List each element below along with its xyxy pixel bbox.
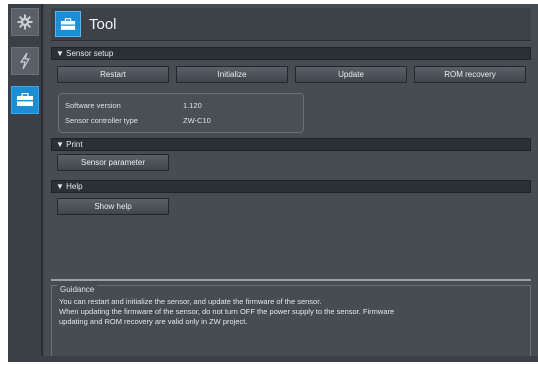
main-content: Tool ▼ Sensor setup Restart Initialize U… xyxy=(45,4,538,362)
divider xyxy=(51,279,531,281)
update-button[interactable]: Update xyxy=(295,66,407,83)
section-header-print[interactable]: ▼ Print xyxy=(51,138,531,151)
sidebar-item-lightning[interactable] xyxy=(11,47,39,75)
section-header-sensor-setup[interactable]: ▼ Sensor setup xyxy=(51,47,531,60)
sidebar xyxy=(8,4,43,362)
section-header-help[interactable]: ▼ Help xyxy=(51,180,531,193)
initialize-button[interactable]: Initialize xyxy=(176,66,288,83)
gear-icon xyxy=(17,14,33,30)
toolbox-icon xyxy=(17,93,33,106)
show-help-button[interactable]: Show help xyxy=(57,198,169,215)
sensor-parameter-button[interactable]: Sensor parameter xyxy=(57,154,169,171)
toolbox-icon xyxy=(55,11,81,37)
software-version-value: 1.120 xyxy=(183,101,202,110)
title-bar: Tool xyxy=(51,8,531,41)
guidance-line: updating and ROM recovery are valid only… xyxy=(59,317,248,326)
guidance-line: You can restart and initialize the senso… xyxy=(59,297,322,306)
sidebar-item-tool[interactable] xyxy=(11,86,39,114)
bottom-strip xyxy=(8,356,538,362)
lightning-icon xyxy=(19,52,31,70)
sensor-info-box: Software version 1.120 Sensor controller… xyxy=(58,93,304,133)
sidebar-item-settings[interactable] xyxy=(11,8,39,36)
guidance-panel: Guidance You can restart and initialize … xyxy=(51,285,531,361)
software-version-label: Software version xyxy=(65,101,121,110)
rom-recovery-button[interactable]: ROM recovery xyxy=(414,66,526,83)
guidance-text: You can restart and initialize the senso… xyxy=(59,297,523,327)
tool-window: Tool ▼ Sensor setup Restart Initialize U… xyxy=(8,4,538,362)
controller-type-value: ZW-C10 xyxy=(183,116,211,125)
guidance-line: When updating the firmware of the sensor… xyxy=(59,307,395,316)
page-title: Tool xyxy=(89,15,117,33)
controller-type-label: Sensor controller type xyxy=(65,116,138,125)
restart-button[interactable]: Restart xyxy=(57,66,169,83)
guidance-title: Guidance xyxy=(57,285,98,294)
